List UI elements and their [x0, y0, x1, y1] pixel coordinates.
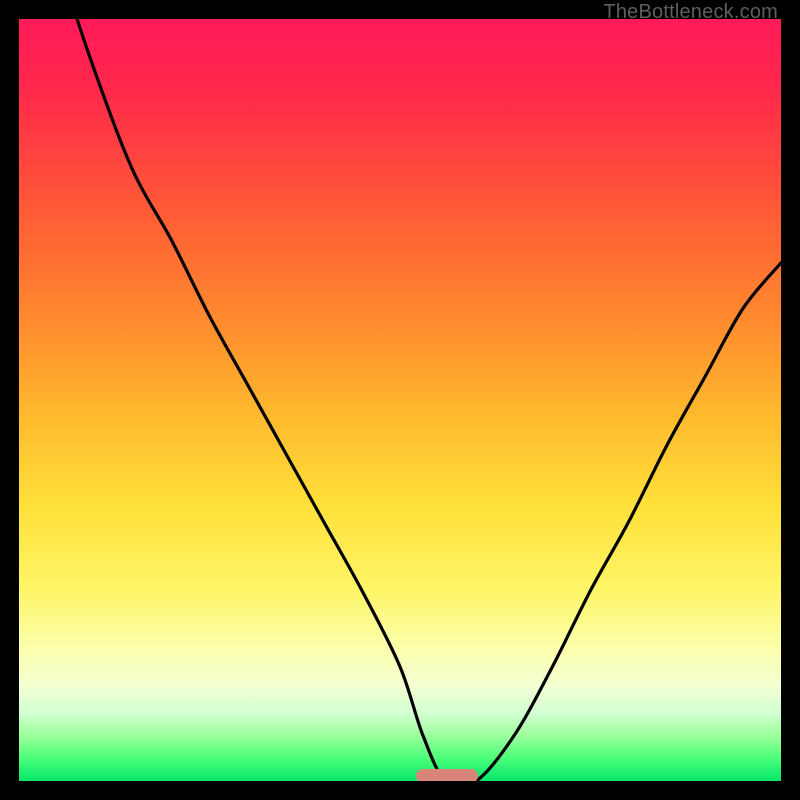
watermark-text: TheBottleneck.com [603, 1, 778, 24]
plot-area [19, 19, 781, 781]
bottleneck-curve [19, 19, 781, 781]
curve-layer [19, 19, 781, 781]
optimal-marker [416, 769, 478, 781]
chart-frame: TheBottleneck.com [0, 0, 800, 800]
